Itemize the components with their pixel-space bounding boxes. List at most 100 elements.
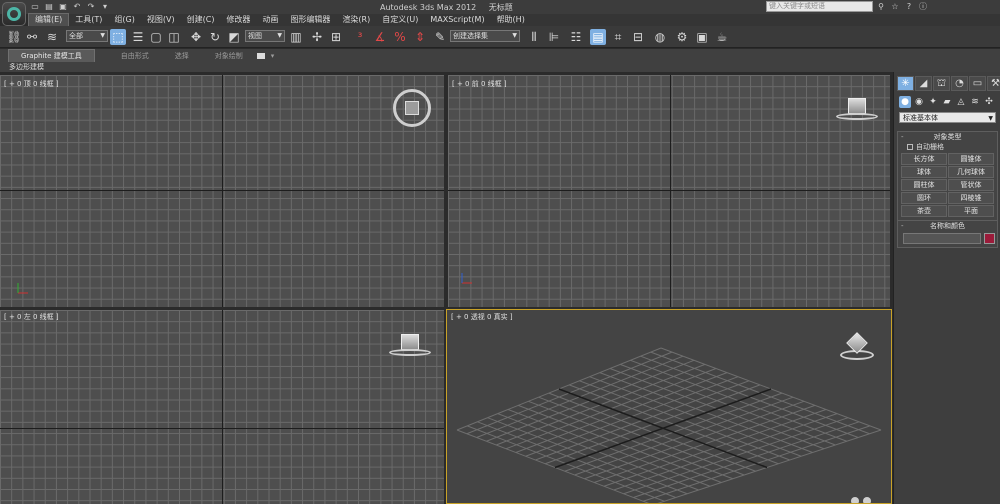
tab-selection[interactable]: 选择: [175, 51, 189, 61]
object-color-swatch[interactable]: [984, 233, 995, 244]
space-warps-icon[interactable]: ≋: [969, 96, 981, 108]
viewcube-compass[interactable]: [389, 349, 431, 356]
geosphere-button[interactable]: 几何球体: [948, 166, 994, 178]
box-button[interactable]: 长方体: [901, 153, 947, 165]
menu-group[interactable]: 组(G): [108, 14, 140, 26]
window-crossing-icon[interactable]: ◫: [166, 29, 182, 45]
helpers-icon[interactable]: ◬: [955, 96, 967, 108]
menu-animation[interactable]: 动画: [256, 14, 284, 26]
display-tab-icon[interactable]: ▭: [969, 76, 986, 91]
viewcube-compass[interactable]: [836, 113, 878, 120]
cone-button[interactable]: 圆锥体: [948, 153, 994, 165]
viewcube-icon[interactable]: [840, 332, 874, 366]
teapot-button[interactable]: 茶壶: [901, 205, 947, 217]
menu-maxscript[interactable]: MAXScript(M): [424, 14, 490, 26]
menu-customize[interactable]: 自定义(U): [376, 14, 424, 26]
layer-manager-icon[interactable]: ☷: [568, 29, 584, 45]
dropdown-icon[interactable]: ▾: [100, 2, 110, 12]
search-input[interactable]: 键入关键字或短语: [766, 1, 873, 12]
reference-coordinate-dropdown[interactable]: 视图 ▼: [245, 30, 285, 42]
curve-editor-icon[interactable]: ⌗: [610, 29, 626, 45]
modify-tab-icon[interactable]: ◢: [915, 76, 932, 91]
rendered-frame-icon[interactable]: ▣: [694, 29, 710, 45]
select-by-name-icon[interactable]: ☰: [130, 29, 146, 45]
viewport-label[interactable]: [ + 0 前 0 线框 ]: [452, 79, 507, 89]
object-type-header[interactable]: - 对象类型: [898, 132, 997, 142]
collapse-icon[interactable]: -: [901, 221, 904, 231]
checkbox-icon[interactable]: [907, 144, 913, 150]
viewport-perspective[interactable]: [ + 0 透视 0 真实 ]: [446, 309, 892, 504]
shapes-icon[interactable]: ◉: [913, 96, 925, 108]
render-setup-icon[interactable]: ⚙: [674, 29, 690, 45]
new-file-icon[interactable]: ▭: [30, 2, 40, 12]
bind-space-warp-icon[interactable]: ≋: [44, 29, 60, 45]
menu-tools[interactable]: 工具(T): [69, 14, 108, 26]
viewcube-icon[interactable]: [393, 89, 431, 127]
tab-object-paint[interactable]: 对象绘制: [215, 51, 243, 61]
menu-modifiers[interactable]: 修改器: [220, 14, 256, 26]
star-icon[interactable]: ☆: [890, 1, 900, 12]
align-icon[interactable]: ⊫: [546, 29, 562, 45]
unlink-icon[interactable]: ⚯: [24, 29, 40, 45]
menu-rendering[interactable]: 渲染(R): [336, 14, 376, 26]
lights-icon[interactable]: ✦: [927, 96, 939, 108]
viewport-label[interactable]: [ + 0 左 0 线框 ]: [4, 312, 59, 322]
render-teapot-icon[interactable]: ☕: [714, 29, 730, 45]
viewport-label[interactable]: [ + 0 顶 0 线框 ]: [4, 79, 59, 89]
pivot-center-icon[interactable]: ▥: [288, 29, 304, 45]
sphere-button[interactable]: 球体: [901, 166, 947, 178]
viewport-front[interactable]: [ + 0 前 0 线框 ]: [448, 75, 890, 307]
tube-button[interactable]: 管状体: [948, 179, 994, 191]
viewcube-icon[interactable]: [401, 334, 419, 350]
edit-named-selection-icon[interactable]: ✎: [432, 29, 448, 45]
systems-icon[interactable]: ✣: [983, 96, 995, 108]
select-object-icon[interactable]: ⬚: [110, 29, 126, 45]
graphite-toggle-icon[interactable]: ▤: [590, 29, 606, 45]
ribbon-options-icon[interactable]: [256, 52, 265, 59]
pyramid-button[interactable]: 四棱锥: [948, 192, 994, 204]
spinner-snap-icon[interactable]: ⇕: [412, 29, 428, 45]
polygon-modeling-panel[interactable]: 多边形建模: [0, 62, 1000, 72]
tab-freeform[interactable]: 自由形式: [121, 51, 149, 61]
plane-button[interactable]: 平面: [948, 205, 994, 217]
redo-icon[interactable]: ↷: [86, 2, 96, 12]
geometry-icon[interactable]: ●: [899, 96, 911, 108]
motion-tab-icon[interactable]: ◔: [951, 76, 968, 91]
utilities-tab-icon[interactable]: ⚒: [987, 76, 1000, 91]
viewcube-icon[interactable]: [848, 98, 866, 114]
tab-graphite-modeling[interactable]: Graphite 建模工具: [8, 48, 95, 63]
viewport-nav-icon[interactable]: [851, 495, 875, 503]
hierarchy-tab-icon[interactable]: ⛫: [933, 76, 950, 91]
mirror-icon[interactable]: ⫴: [526, 29, 542, 45]
autogrid-checkbox[interactable]: 自动栅格: [898, 142, 997, 152]
rotate-icon[interactable]: ↻: [207, 29, 223, 45]
link-icon[interactable]: ⛓: [6, 29, 22, 45]
primitive-category-dropdown[interactable]: 标准基本体 ▼: [899, 112, 996, 123]
menu-graph-editors[interactable]: 图形编辑器: [284, 14, 336, 26]
select-manipulate-icon[interactable]: ✢: [309, 29, 325, 45]
menu-help[interactable]: 帮助(H): [491, 14, 531, 26]
open-file-icon[interactable]: ▤: [44, 2, 54, 12]
cylinder-button[interactable]: 圆柱体: [901, 179, 947, 191]
name-color-header[interactable]: - 名称和颜色: [898, 221, 997, 231]
info-icon[interactable]: ⓘ: [918, 1, 928, 12]
help-icon[interactable]: ?: [904, 1, 914, 12]
create-tab-icon[interactable]: ✳: [897, 76, 914, 91]
menu-edit[interactable]: 编辑(E): [28, 13, 70, 27]
scale-icon[interactable]: ◩: [226, 29, 242, 45]
schematic-view-icon[interactable]: ⊟: [630, 29, 646, 45]
named-selection-dropdown[interactable]: 创建选择集 ▼: [450, 30, 520, 42]
ribbon-dropdown-icon[interactable]: ▾: [271, 52, 275, 60]
cameras-icon[interactable]: ▰: [941, 96, 953, 108]
torus-button[interactable]: 圆环: [901, 192, 947, 204]
menu-views[interactable]: 视图(V): [141, 14, 181, 26]
percent-snap-icon[interactable]: %: [392, 29, 408, 45]
viewport-left[interactable]: [ + 0 左 0 线框 ]: [0, 310, 444, 504]
object-name-input[interactable]: [903, 233, 981, 244]
rectangular-selection-icon[interactable]: ▢: [148, 29, 164, 45]
angle-snap-icon[interactable]: ∡: [372, 29, 388, 45]
keyboard-shortcut-icon[interactable]: ⊞: [328, 29, 344, 45]
viewport-top[interactable]: [ + 0 顶 0 线框 ]: [0, 75, 444, 307]
save-icon[interactable]: ▣: [58, 2, 68, 12]
viewcube-face[interactable]: [405, 101, 419, 115]
